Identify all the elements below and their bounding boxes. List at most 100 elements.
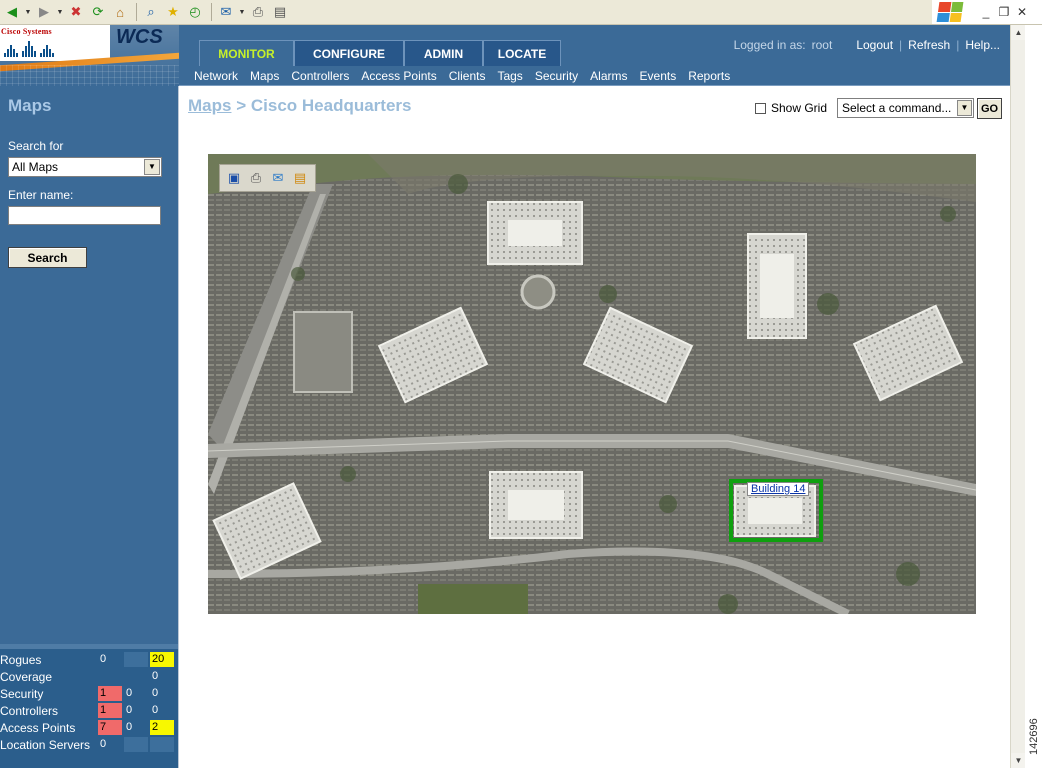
- alarm-summary-border: [0, 644, 178, 649]
- alarm-count-c3[interactable]: 2: [150, 720, 174, 735]
- map-toolbar: ▣ ⎙ ✉ ▤: [219, 164, 316, 192]
- right-margin: [1025, 25, 1042, 768]
- restore-icon[interactable]: ❐: [996, 5, 1012, 19]
- tab-admin[interactable]: ADMIN: [404, 40, 483, 67]
- subnav-access-points[interactable]: Access Points: [361, 69, 436, 83]
- cisco-systems-logo: Cisco Systems: [1, 27, 52, 36]
- close-icon[interactable]: ✕: [1014, 5, 1030, 19]
- subnav-maps[interactable]: Maps: [250, 69, 279, 83]
- help-link[interactable]: Help...: [959, 38, 1000, 52]
- favorites-icon[interactable]: ★: [163, 2, 183, 22]
- show-grid-control[interactable]: Show Grid: [755, 101, 827, 115]
- alarm-count-c2[interactable]: 0: [124, 720, 148, 735]
- subnav-controllers[interactable]: Controllers: [291, 69, 349, 83]
- alarm-count-c3[interactable]: [150, 737, 174, 752]
- alarm-count-c3[interactable]: 20: [150, 652, 174, 667]
- refresh-icon[interactable]: ⟳: [88, 2, 108, 22]
- windows-logo-icon: [936, 2, 964, 22]
- export-icon[interactable]: ▤: [290, 168, 310, 188]
- subnav-clients[interactable]: Clients: [449, 69, 486, 83]
- chevron-down-icon[interactable]: ▼: [957, 100, 972, 116]
- page-title: Cisco Headquarters: [250, 96, 412, 115]
- chevron-down-icon[interactable]: ▼: [144, 159, 160, 175]
- breadcrumb-maps-link[interactable]: Maps: [188, 96, 231, 115]
- username: root: [811, 38, 833, 52]
- alarm-count-c1[interactable]: 0: [98, 737, 122, 752]
- show-grid-label: Show Grid: [771, 101, 828, 115]
- toolbar-divider: [211, 3, 212, 21]
- alarm-summary: Rogues 0 20 Coverage 0 Security 1 0 0 Controllers…: [0, 644, 178, 768]
- alarm-count-c1[interactable]: 7: [98, 720, 122, 735]
- toolbar-divider: [136, 3, 137, 21]
- alarm-count-c2[interactable]: [124, 737, 148, 752]
- tab-configure[interactable]: CONFIGURE: [294, 40, 404, 67]
- alarm-count-c2[interactable]: [124, 652, 148, 667]
- alarm-count-c2[interactable]: 0: [124, 703, 148, 718]
- refresh-link[interactable]: Refresh: [902, 38, 956, 52]
- alarm-count-c1[interactable]: 1: [98, 703, 122, 718]
- open-icon[interactable]: ✉: [268, 168, 288, 188]
- figure-id: 142696: [1028, 718, 1040, 756]
- print-icon[interactable]: ⎙: [246, 168, 266, 188]
- alarm-row[interactable]: Location Servers 0: [0, 736, 178, 753]
- search-for-value: All Maps: [12, 160, 59, 174]
- alarm-count-c2[interactable]: 0: [124, 686, 148, 701]
- logo-pattern: [0, 65, 179, 86]
- back-icon[interactable]: ◀: [2, 2, 22, 22]
- tab-monitor[interactable]: MONITOR: [199, 40, 294, 67]
- logged-in-label: Logged in as:: [733, 38, 806, 52]
- alarm-count-c2[interactable]: [124, 669, 148, 684]
- search-button[interactable]: Search: [8, 247, 87, 268]
- building-14-link[interactable]: Building 14: [747, 482, 810, 496]
- print-icon[interactable]: ⎙: [248, 2, 268, 22]
- show-grid-checkbox[interactable]: [755, 102, 766, 114]
- enter-name-label: Enter name:: [8, 188, 74, 202]
- alarm-row-label: Location Servers: [0, 738, 91, 752]
- alarm-row[interactable]: Controllers 1 0 0: [0, 702, 178, 719]
- subnav-tags[interactable]: Tags: [497, 69, 522, 83]
- alarm-count-c1[interactable]: 0: [98, 652, 122, 667]
- dropdown-arrow-icon[interactable]: ▼: [24, 2, 32, 22]
- mail-icon[interactable]: ✉: [216, 2, 236, 22]
- logout-link[interactable]: Logout: [850, 38, 899, 52]
- sidebar-title: Maps: [8, 96, 52, 115]
- subnav-alarms[interactable]: Alarms: [590, 69, 627, 83]
- search-for-select[interactable]: All Maps ▼: [8, 157, 162, 177]
- campus-map[interactable]: ▣ ⎙ ✉ ▤ Building 14: [208, 154, 976, 614]
- edit-icon[interactable]: ▤: [270, 2, 290, 22]
- forward-icon[interactable]: ▶: [34, 2, 54, 22]
- go-button[interactable]: GO: [977, 98, 1002, 119]
- tab-locate[interactable]: LOCATE: [483, 40, 561, 67]
- command-select[interactable]: Select a command... ▼: [837, 98, 974, 118]
- save-icon[interactable]: ▣: [224, 168, 244, 188]
- name-input[interactable]: [8, 206, 161, 225]
- breadcrumb-separator: >: [236, 96, 247, 115]
- user-links: Logged in as: root Logout | Refresh | He…: [734, 38, 1000, 52]
- alarm-row[interactable]: Access Points 7 0 2: [0, 719, 178, 736]
- home-icon[interactable]: ⌂: [110, 2, 130, 22]
- search-icon[interactable]: ⌕: [141, 2, 161, 22]
- alarm-count-c3[interactable]: 0: [150, 669, 174, 684]
- browser-toolbar: ◀ ▼ ▶ ▼ ✖ ⟳ ⌂ ⌕ ★ ◴ ✉ ▼ ⎙ ▤: [0, 0, 932, 25]
- scroll-up-icon[interactable]: ▲: [1011, 25, 1026, 40]
- alarm-count-c3[interactable]: 0: [150, 703, 174, 718]
- alarm-count-c1[interactable]: [98, 669, 122, 684]
- sidebar: Maps Search for All Maps ▼ Enter name: S…: [0, 86, 178, 644]
- minimize-icon[interactable]: _: [978, 5, 994, 19]
- alarm-row-label: Rogues: [0, 653, 42, 667]
- alarm-row[interactable]: Security 1 0 0: [0, 685, 178, 702]
- alarm-count-c3[interactable]: 0: [150, 686, 174, 701]
- history-icon[interactable]: ◴: [185, 2, 205, 22]
- subnav-reports[interactable]: Reports: [688, 69, 730, 83]
- alarm-row[interactable]: Coverage 0: [0, 668, 178, 685]
- alarm-row[interactable]: Rogues 0 20: [0, 651, 178, 668]
- scroll-down-icon[interactable]: ▼: [1011, 753, 1026, 768]
- subnav-security[interactable]: Security: [535, 69, 578, 83]
- stop-icon[interactable]: ✖: [66, 2, 86, 22]
- alarm-count-c1[interactable]: 1: [98, 686, 122, 701]
- vertical-scrollbar[interactable]: ▲ ▼: [1010, 25, 1026, 768]
- dropdown-arrow-icon[interactable]: ▼: [56, 2, 64, 22]
- subnav-events[interactable]: Events: [640, 69, 677, 83]
- subnav-network[interactable]: Network: [194, 69, 238, 83]
- dropdown-arrow-icon[interactable]: ▼: [238, 2, 246, 22]
